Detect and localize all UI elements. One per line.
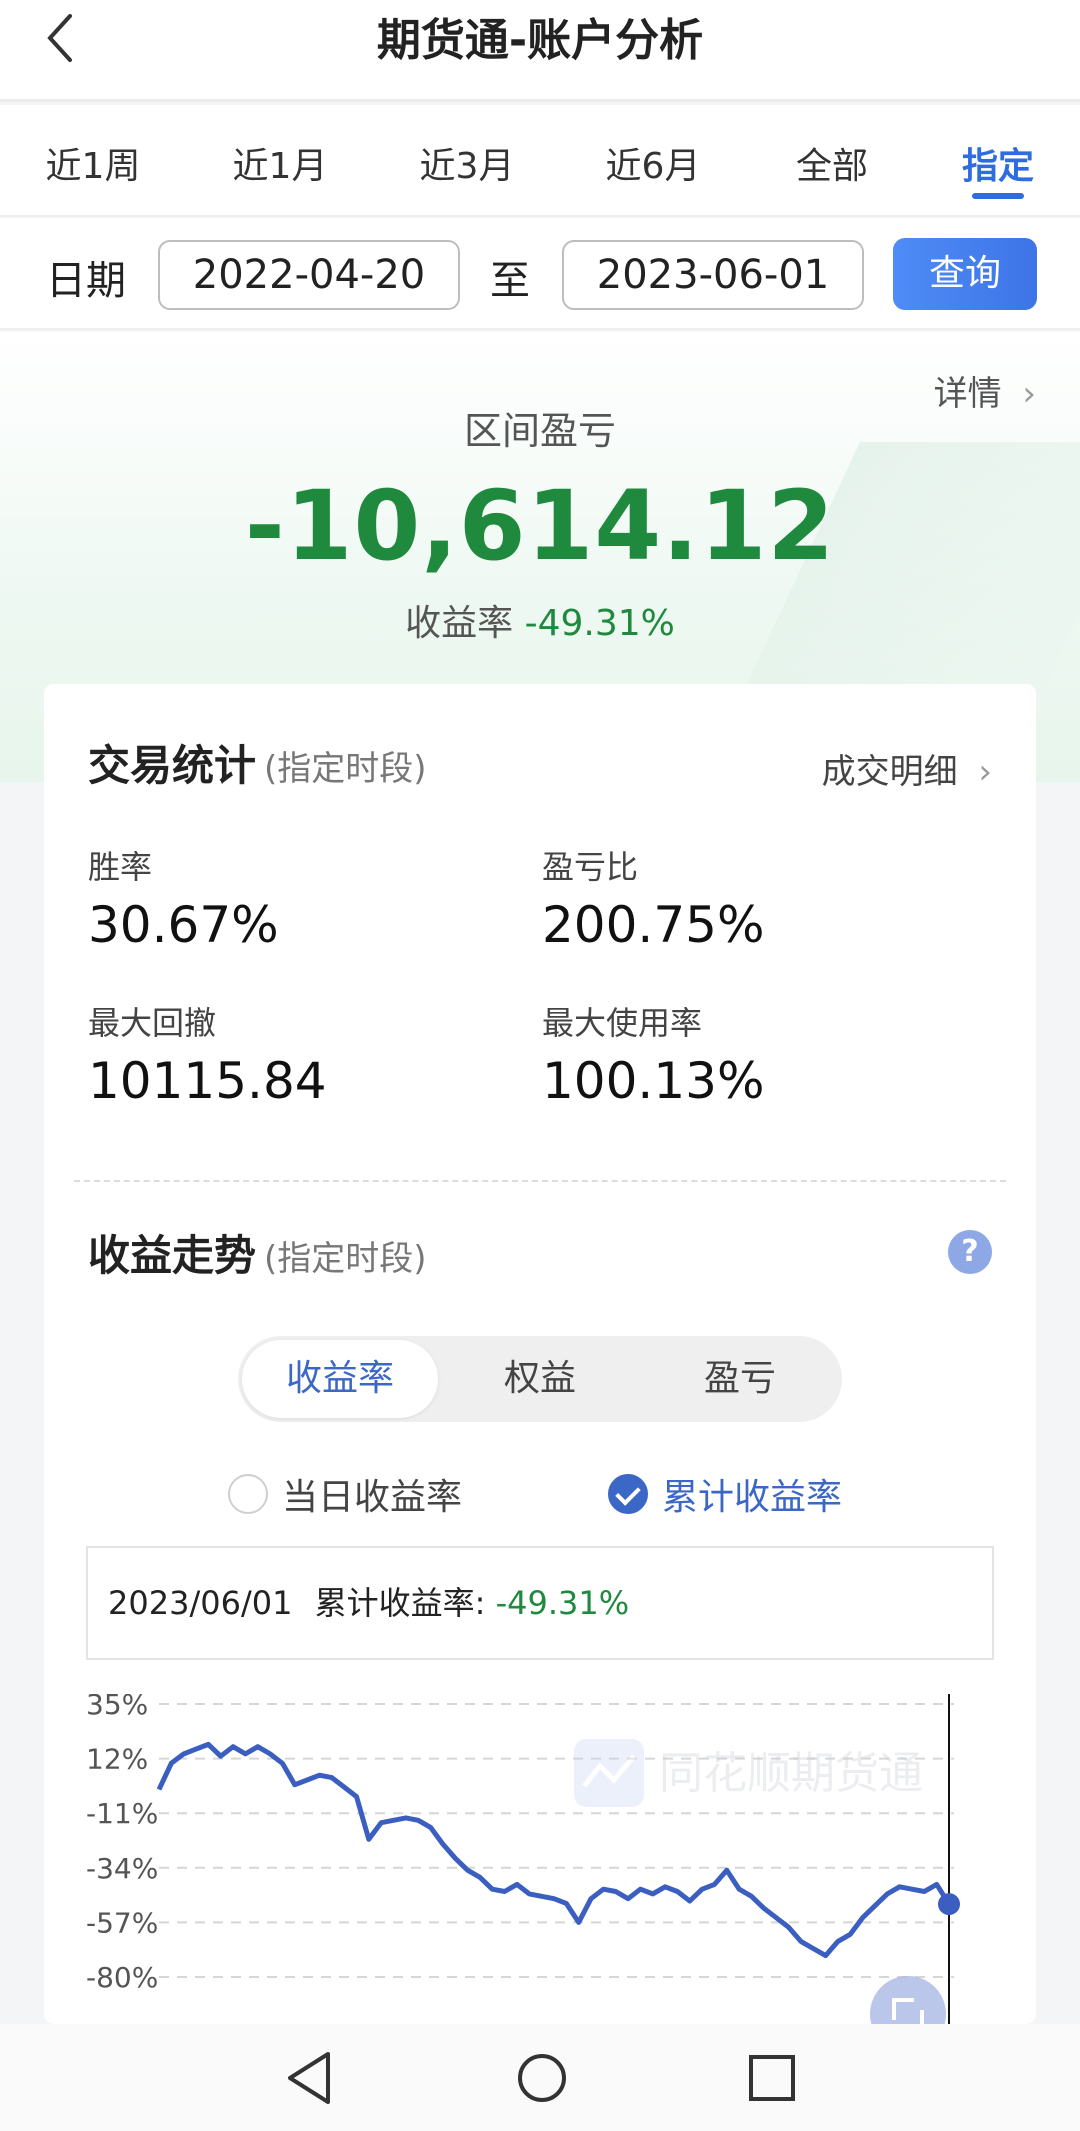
watermark: 同花顺期货通 — [574, 1739, 923, 1807]
date-separator: 至 — [490, 258, 530, 304]
radio-cumulative-return[interactable]: 累计收益率 — [608, 1468, 842, 1520]
y-tick-label: -34% — [86, 1852, 158, 1885]
analysis-card: 交易统计 (指定时段) 成交明细 › 胜率 30.67% 盈亏比 200.75% … — [44, 684, 1036, 2024]
page-title: 期货通-账户分析 — [376, 15, 704, 66]
y-tick-label: 35% — [86, 1694, 148, 1721]
tab-6-months[interactable]: 近6月 — [606, 137, 701, 189]
period-tabs: 近1周 近1月 近3月 近6月 全部 指定 — [0, 105, 1080, 217]
segment-equity[interactable]: 权益 — [442, 1340, 638, 1418]
nav-recents-icon[interactable] — [746, 2052, 798, 2104]
trade-details-label: 成交明细 — [821, 752, 958, 792]
trade-stats-title-text: 交易统计 — [88, 741, 257, 790]
trend-subtitle: (指定时段) — [264, 1239, 427, 1279]
radio-daily-return[interactable]: 当日收益率 — [228, 1468, 462, 1520]
chevron-right-icon: › — [978, 752, 992, 792]
max-usage-label: 最大使用率 — [542, 1004, 703, 1042]
tooltip-date: 2023/06/01 — [108, 1584, 293, 1622]
y-tick-label: 12% — [86, 1743, 148, 1776]
max-usage-value: 100.13% — [542, 1052, 765, 1110]
app-header: 期货通-账户分析 — [0, 0, 1080, 102]
nav-back-icon[interactable] — [284, 2050, 334, 2106]
period-pl-label: 区间盈亏 — [463, 409, 616, 453]
date-label: 日期 — [46, 258, 126, 304]
date-filter: 日期 2022-04-20 至 2023-06-01 查询 — [0, 218, 1080, 330]
period-pl-value: -10,614.12 — [244, 470, 836, 582]
tab-1-month[interactable]: 近1月 — [233, 137, 328, 189]
y-axis-labels: 35% 12% -11% -34% -57% -80% — [86, 1694, 158, 1994]
win-rate-label: 胜率 — [88, 848, 153, 886]
tooltip-label: 累计收益率: — [314, 1584, 486, 1622]
start-date-field[interactable]: 2022-04-20 — [158, 240, 460, 310]
trade-stats-subtitle: (指定时段) — [264, 749, 427, 789]
end-date-field[interactable]: 2023-06-01 — [562, 240, 864, 310]
radio-checked-icon — [608, 1474, 648, 1514]
y-tick-label: -11% — [86, 1797, 158, 1830]
segment-return-rate[interactable]: 收益率 — [242, 1340, 438, 1418]
trend-title: 收益走势 (指定时段) — [88, 1222, 427, 1283]
max-drawdown-value: 10115.84 — [88, 1052, 327, 1110]
section-divider — [74, 1180, 1006, 1182]
system-nav-bar — [0, 2024, 1080, 2131]
chart-current-point — [938, 1893, 960, 1916]
watermark-text: 同花顺期货通 — [659, 1748, 923, 1799]
metric-segmented-control: 收益率 权益 盈亏 — [238, 1336, 842, 1422]
pl-ratio-label: 盈亏比 — [542, 848, 639, 886]
trend-title-text: 收益走势 — [88, 1231, 257, 1280]
tab-1-week[interactable]: 近1周 — [46, 137, 141, 189]
cumulative-return-chart[interactable]: 35% 12% -11% -34% -57% -80% 同花顺期货通 — [44, 1694, 1036, 2024]
radio-unchecked-icon — [228, 1474, 268, 1514]
trade-details-link[interactable]: 成交明细 › — [822, 744, 992, 793]
query-button[interactable]: 查询 — [893, 238, 1037, 310]
help-icon[interactable]: ? — [948, 1230, 992, 1274]
return-rate-value: -49.31% — [524, 603, 675, 644]
return-rate: 收益率 -49.31% — [0, 594, 1080, 646]
chart-grid — [159, 1703, 954, 1978]
win-rate-value: 30.67% — [88, 896, 279, 954]
tab-3-months[interactable]: 近3月 — [420, 137, 515, 189]
max-drawdown-label: 最大回撤 — [88, 1004, 217, 1042]
return-rate-label: 收益率 — [405, 603, 514, 644]
chart-tooltip-box: 2023/06/01 累计收益率: -49.31% — [86, 1546, 994, 1660]
tooltip-value: -49.31% — [495, 1584, 630, 1622]
radio-cumulative-label: 累计收益率 — [662, 1477, 843, 1518]
segment-pl[interactable]: 盈亏 — [642, 1340, 838, 1418]
pl-ratio-value: 200.75% — [542, 896, 765, 954]
active-tab-indicator — [972, 193, 1024, 199]
tab-custom[interactable]: 指定 — [962, 137, 1034, 189]
y-tick-label: -57% — [86, 1906, 158, 1939]
nav-home-icon[interactable] — [514, 2050, 570, 2106]
expand-button[interactable] — [870, 1976, 946, 2024]
radio-daily-label: 当日收益率 — [282, 1477, 463, 1518]
y-tick-label: -80% — [86, 1961, 158, 1994]
tab-all[interactable]: 全部 — [796, 137, 868, 189]
trade-stats-title: 交易统计 (指定时段) — [88, 732, 427, 793]
